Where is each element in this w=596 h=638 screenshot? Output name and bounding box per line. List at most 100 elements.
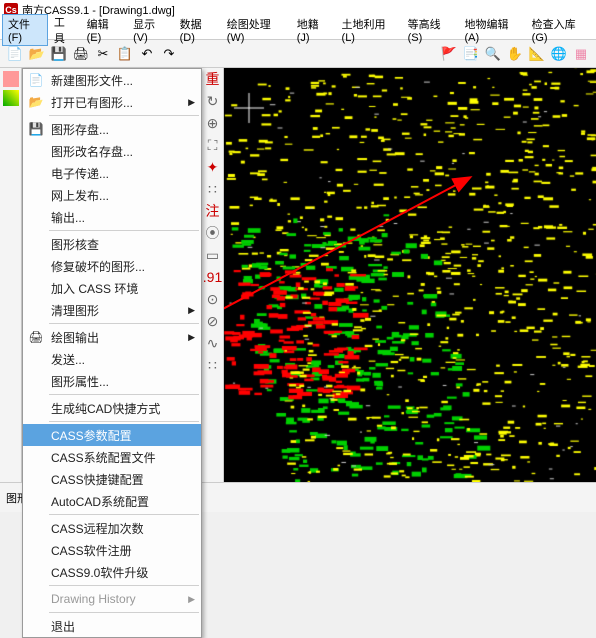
- open-icon[interactable]: 📂: [27, 44, 47, 64]
- vtool-⊙[interactable]: ⊙: [204, 290, 222, 308]
- redo-icon[interactable]: ↷: [159, 44, 179, 64]
- menu-item-图形核查[interactable]: 图形核查: [23, 233, 201, 255]
- zoom-icon[interactable]: 🔍: [483, 44, 503, 64]
- vtool-✦[interactable]: ✦: [204, 158, 222, 176]
- vtool-▭[interactable]: ▭: [204, 246, 222, 264]
- menu-icon: 📂: [27, 93, 45, 111]
- menu-显示(V)[interactable]: 显示(V): [127, 14, 174, 46]
- menu-item-CASS软件注册[interactable]: CASS软件注册: [23, 539, 201, 561]
- menu-地籍(J)[interactable]: 地籍(J): [291, 14, 336, 46]
- menu-label: CASS软件注册: [51, 542, 132, 559]
- menu-label: CASS系统配置文件: [51, 449, 156, 466]
- menu-icon: 📄: [27, 71, 45, 89]
- vertical-toolbar[interactable]: 重 ↻ ⊕ ⛶ ✦ ∷ 注 ⦿ ▭ .91 ⊙ ⊘ ∿ ∷: [202, 68, 224, 482]
- annotation-arrow-icon: [224, 168, 479, 348]
- menu-item-AutoCAD系统配置[interactable]: AutoCAD系统配置: [23, 490, 201, 512]
- menu-item-清理图形[interactable]: 清理图形 ▶: [23, 299, 201, 321]
- vtool-⊕[interactable]: ⊕: [204, 114, 222, 132]
- menu-icon: 🖨: [27, 328, 45, 346]
- menu-label: 退出: [51, 618, 75, 635]
- vtool-∷[interactable]: ∷: [204, 180, 222, 198]
- globe-icon[interactable]: 🌐: [549, 44, 569, 64]
- copy-icon[interactable]: 📋: [115, 44, 135, 64]
- menu-bar[interactable]: 文件(F)工具编辑(E)显示(V)数据(D)绘图处理(W)地籍(J)土地利用(L…: [0, 20, 596, 40]
- menu-label: 生成纯CAD快捷方式: [51, 400, 160, 417]
- menu-label: CASS参数配置: [51, 427, 132, 444]
- menu-label: 网上发布...: [51, 187, 109, 204]
- menu-工具[interactable]: 工具: [48, 12, 81, 48]
- menu-item-Drawing History[interactable]: Drawing History ▶: [23, 588, 201, 610]
- menu-文件(F)[interactable]: 文件(F): [2, 14, 48, 46]
- vtool-.91[interactable]: .91: [204, 268, 222, 286]
- menu-label: 绘图输出: [51, 329, 99, 346]
- menu-label: 输出...: [51, 209, 85, 226]
- menu-item-新建图形文件...[interactable]: 📄新建图形文件...: [23, 69, 201, 91]
- vtool-↻[interactable]: ↻: [204, 92, 222, 110]
- menu-item-CASS9.0软件升级[interactable]: CASS9.0软件升级: [23, 561, 201, 583]
- menu-地物编辑(A)[interactable]: 地物编辑(A): [458, 14, 525, 46]
- vtool-重[interactable]: 重: [204, 70, 222, 88]
- menu-item-CASS远程加次数[interactable]: CASS远程加次数: [23, 517, 201, 539]
- menu-item-CASS系统配置文件[interactable]: CASS系统配置文件: [23, 446, 201, 468]
- file-menu-dropdown[interactable]: 📄新建图形文件... 📂 打开已有图形... ▶ 💾 图形存盘... 图形改名存盘... 电子…: [22, 68, 202, 638]
- menu-item-加入 CASS 环境[interactable]: 加入 CASS 环境: [23, 277, 201, 299]
- flag-icon[interactable]: 🚩: [439, 44, 459, 64]
- left-palette: [0, 68, 22, 482]
- vtool-⦿[interactable]: ⦿: [204, 224, 222, 242]
- menu-item-打开已有图形...[interactable]: 📂打开已有图形...▶: [23, 91, 201, 113]
- menu-label: 图形存盘...: [51, 121, 109, 138]
- palette-pink-icon[interactable]: [3, 71, 19, 87]
- menu-item-CASS参数配置[interactable]: CASS参数配置: [23, 424, 201, 446]
- menu-item-发送...[interactable]: 发送...: [23, 348, 201, 370]
- menu-item-CASS快捷键配置[interactable]: CASS快捷键配置: [23, 468, 201, 490]
- vtool-⛶[interactable]: ⛶: [204, 136, 222, 154]
- layer-icon[interactable]: 📑: [461, 44, 481, 64]
- menu-label: 发送...: [51, 351, 85, 368]
- menu-label: Drawing History: [51, 592, 136, 606]
- menu-label: CASS9.0软件升级: [51, 564, 148, 581]
- print-icon[interactable]: 🖨: [71, 44, 91, 64]
- menu-编辑(E)[interactable]: 编辑(E): [81, 14, 128, 46]
- measure-icon[interactable]: 📐: [527, 44, 547, 64]
- menu-label: 电子传递...: [51, 165, 109, 182]
- vtool-注[interactable]: 注: [204, 202, 222, 220]
- menu-label: 打开已有图形...: [51, 94, 133, 111]
- submenu-arrow-icon: ▶: [188, 305, 195, 316]
- menu-label: 图形改名存盘...: [51, 143, 133, 160]
- submenu-arrow-icon: ▶: [188, 332, 195, 343]
- vtool-∷[interactable]: ∷: [204, 356, 222, 374]
- menu-label: 修复破坏的图形...: [51, 258, 145, 275]
- menu-item-图形属性...[interactable]: 图形属性...: [23, 370, 201, 392]
- menu-item-图形改名存盘...[interactable]: 图形改名存盘...: [23, 140, 201, 162]
- menu-label: AutoCAD系统配置: [51, 493, 149, 510]
- menu-等高线(S)[interactable]: 等高线(S): [402, 14, 459, 46]
- submenu-arrow-icon: ▶: [188, 594, 195, 605]
- menu-土地利用(L)[interactable]: 土地利用(L): [336, 14, 402, 46]
- menu-绘图处理(W)[interactable]: 绘图处理(W): [221, 14, 291, 46]
- menu-label: CASS快捷键配置: [51, 471, 144, 488]
- menu-label: 图形属性...: [51, 373, 109, 390]
- undo-icon[interactable]: ↶: [137, 44, 157, 64]
- menu-item-图形存盘...[interactable]: 💾 图形存盘...: [23, 118, 201, 140]
- menu-item-生成纯CAD快捷方式[interactable]: 生成纯CAD快捷方式: [23, 397, 201, 419]
- grid-icon[interactable]: ▦: [571, 44, 591, 64]
- menu-item-网上发布...[interactable]: 网上发布...: [23, 184, 201, 206]
- menu-item-电子传递...[interactable]: 电子传递...: [23, 162, 201, 184]
- vtool-∿[interactable]: ∿: [204, 334, 222, 352]
- new-icon[interactable]: 📄: [5, 44, 25, 64]
- menu-item-输出...[interactable]: 输出...: [23, 206, 201, 228]
- menu-label: 图形核查: [51, 236, 99, 253]
- menu-检查入库(G)[interactable]: 检查入库(G): [526, 14, 594, 46]
- menu-item-绘图输出[interactable]: 🖨 绘图输出 ▶: [23, 326, 201, 348]
- menu-item-修复破坏的图形...[interactable]: 修复破坏的图形...: [23, 255, 201, 277]
- menu-label: 清理图形: [51, 302, 99, 319]
- pan-icon[interactable]: ✋: [505, 44, 525, 64]
- vtool-⊘[interactable]: ⊘: [204, 312, 222, 330]
- drawing-canvas[interactable]: [224, 68, 596, 482]
- menu-数据(D)[interactable]: 数据(D): [174, 14, 221, 46]
- palette-green-icon[interactable]: [3, 90, 19, 106]
- save-icon[interactable]: 💾: [49, 44, 69, 64]
- menu-item-退出[interactable]: 退出: [23, 615, 201, 637]
- cut-icon[interactable]: ✂: [93, 44, 113, 64]
- menu-icon: 💾: [27, 120, 45, 138]
